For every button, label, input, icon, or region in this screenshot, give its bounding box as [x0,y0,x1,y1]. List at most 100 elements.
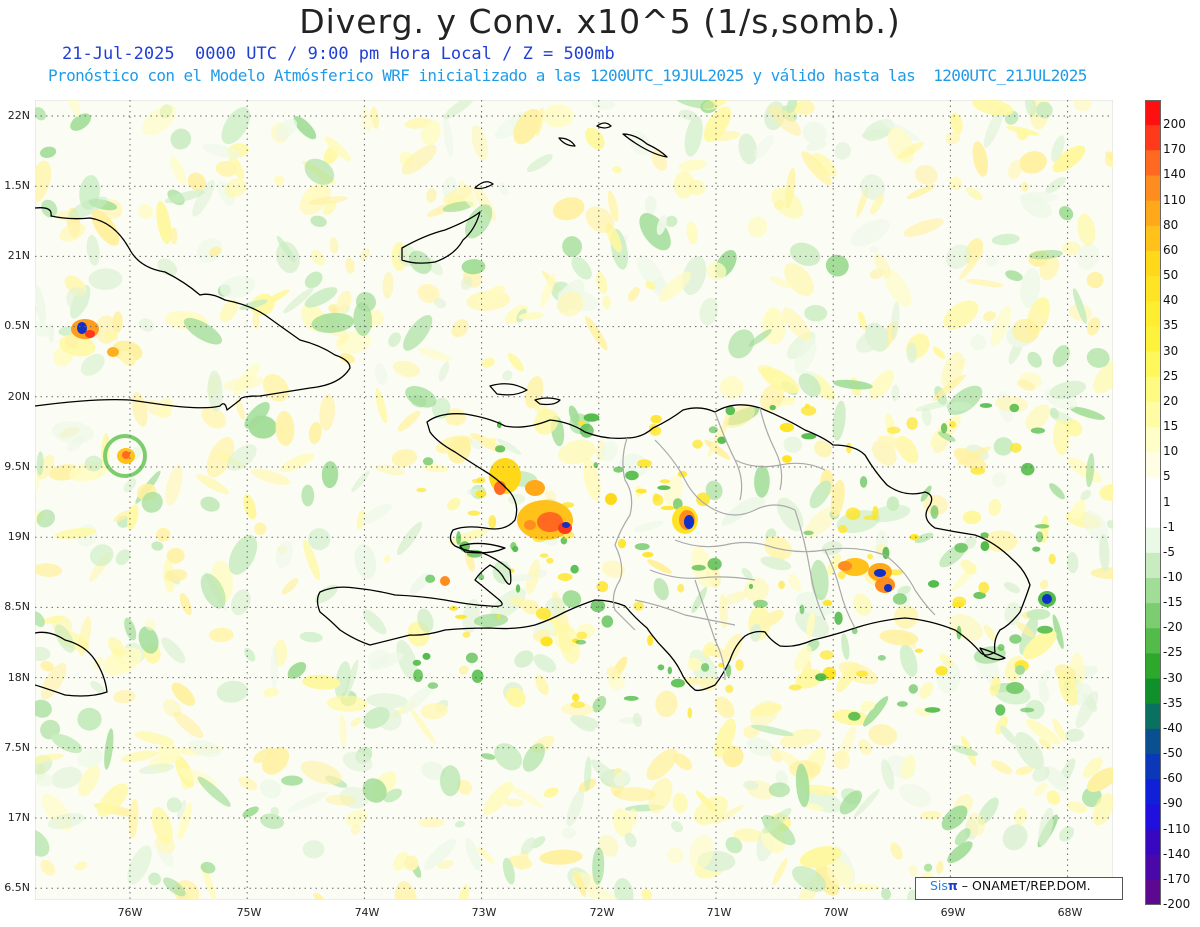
field-blob [557,573,573,582]
field-blob [535,607,552,620]
colorbar-swatch [1145,150,1161,176]
field-blob [570,701,585,709]
colorbar-swatch [1145,376,1161,403]
field-blob [670,678,685,688]
colorbar-label: -10 [1163,569,1183,584]
field-blob [659,479,671,484]
field-blob [867,553,874,560]
field-blob [707,557,722,571]
field-blob [540,636,553,647]
colorbar-swatch [1145,100,1161,126]
credit-brand: Sis [930,878,948,893]
colorbar-label: 200 [1163,117,1186,132]
field-blob [924,707,941,713]
field-blob [576,631,588,640]
lon-label: 75W [236,906,262,919]
field-blob [979,403,993,408]
field-blob [1020,462,1035,476]
field-blob [475,490,487,498]
field-blob [413,669,424,683]
field-blob [418,817,445,828]
field-blob [583,413,600,422]
field-blob [539,553,549,558]
field-blob [1034,524,1050,529]
forecast-time: 21-Jul-2025 0000 UTC / 9:00 pm Hora Loca… [62,44,615,64]
lat-label: 7.5N [4,741,30,754]
field-blob [834,611,843,625]
field-blob [803,530,814,536]
colorbar-swatch [1145,754,1161,780]
field-blob [822,600,833,606]
field-blob [778,580,785,590]
field-blob [596,581,609,593]
field-blob [572,693,580,702]
field-blob [425,574,436,583]
model-info: Pronóstico con el Modelo Atmósferico WRF… [48,66,1087,85]
colorbar-swatch [1145,225,1161,252]
field-blob [837,525,848,534]
colorbar-label: -90 [1163,796,1183,811]
lat-label: 8.5N [4,600,30,613]
field-blob [845,507,861,520]
field-blob [570,564,579,574]
lat-label: 18N [7,671,30,684]
field-blob [859,476,868,488]
field-blob [642,551,654,558]
field-blob [696,492,711,507]
field-blob [995,704,1006,716]
field-blob [650,414,662,424]
field-blob [462,631,471,638]
colorbar-swatch [1145,326,1161,353]
colorbar-label: 20 [1163,393,1179,408]
field-blob [692,439,703,449]
field-blob [575,639,587,645]
field-blob [422,652,431,660]
field-blob [302,840,325,859]
colorbar-label: -20 [1163,620,1183,635]
field-blob [510,542,517,551]
chart-title: Diverg. y Conv. x10^5 (1/s,somb.) [299,2,901,41]
colorbar-label: -110 [1163,821,1191,836]
field-blob [625,470,639,481]
lon-label: 76W [117,906,143,919]
field-blob [799,604,805,615]
field-blob [687,707,693,719]
field-blob [768,782,791,798]
colorbar-swatch [1145,628,1161,654]
field-blob [467,510,481,516]
field-blob [1010,442,1022,453]
colorbar-swatch [1145,452,1161,478]
lat-label: 1.5N [4,179,30,192]
lon-label: 71W [706,906,732,919]
field-blob [634,543,650,551]
field-blob [601,615,614,628]
colorbar-label: 15 [1163,419,1179,434]
field-blob [496,614,501,620]
lon-label: 70W [823,906,849,919]
field-blob [1030,427,1045,434]
field-blob [677,583,685,593]
credit-text: – ONAMET/REP.DOM. [961,878,1091,893]
field-blob [488,515,497,529]
field-blob [660,505,676,511]
field-blob [1009,634,1022,644]
map-panel [35,100,1113,900]
field-blob [416,487,427,493]
lat-label: 6.5N [4,881,30,894]
lat-label: 22N [7,109,30,122]
field-blob [892,593,908,605]
colorbar-swatch [1145,728,1161,755]
field-blob [1020,707,1035,713]
field-blob [455,614,467,620]
field-blob [623,695,639,701]
field-blob [1037,625,1053,634]
colorbar-label: -1 [1163,519,1175,534]
lon-label: 74W [354,906,380,919]
lat-label: 20N [7,390,30,403]
field-blob [940,423,948,434]
colorbar-swatch [1145,527,1161,554]
colorbar-label: 40 [1163,293,1179,308]
field-blob [935,666,948,676]
field-blob [800,405,817,416]
lon-label: 68W [1057,906,1083,919]
